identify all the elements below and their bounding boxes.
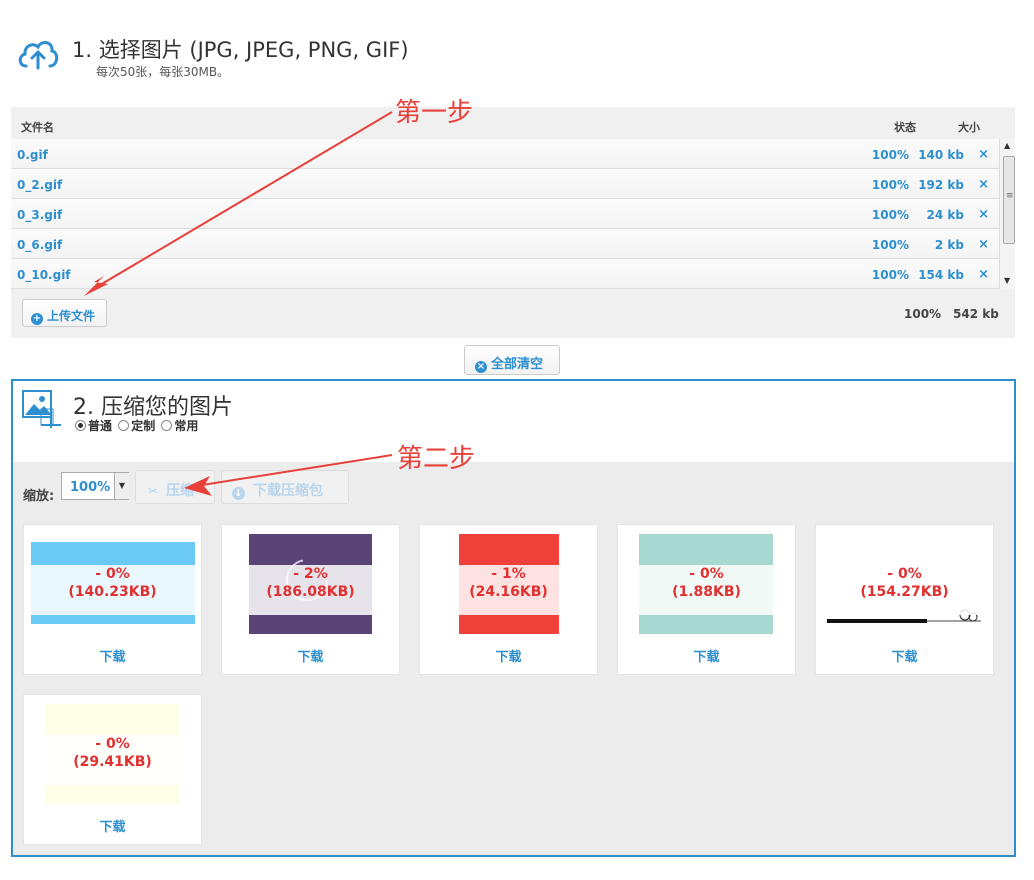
file-row: 0_6.gif 100% 2 kb × <box>11 229 999 259</box>
result-percent: - 0% <box>95 566 130 582</box>
result-card: - 0% (1.88KB) 下载 <box>617 524 796 675</box>
result-download-link[interactable]: 下载 <box>816 646 993 665</box>
step1-annotation: 第一步 <box>395 98 474 128</box>
compression-mode-group: 普通 定制 常用 <box>73 417 198 434</box>
file-row: 0_2.gif 100% 192 kb × <box>11 169 999 199</box>
result-card: - 2% (186.08KB) 下载 <box>221 524 400 675</box>
file-row: 0_10.gif 100% 154 kb × <box>11 259 999 289</box>
delete-file-icon[interactable]: × <box>978 207 989 222</box>
file-size: 192 kb <box>918 178 964 192</box>
result-card: - 1% (24.16KB) 下载 <box>419 524 598 675</box>
file-name: 0_6.gif <box>17 238 63 252</box>
column-header-status: 状态 <box>894 121 916 134</box>
upload-file-button[interactable]: + 上传文件 <box>22 299 107 327</box>
total-size: 542 kb <box>953 307 999 321</box>
file-name: 0_3.gif <box>17 208 63 222</box>
delete-file-icon[interactable]: × <box>978 267 989 282</box>
step2-annotation: 第二步 <box>397 444 476 474</box>
result-size: (1.88KB) <box>672 584 741 600</box>
mode-label-normal: 普通 <box>88 419 113 433</box>
result-card: - 0% (154.27KB) 下载 <box>815 524 994 675</box>
upload-file-label: 上传文件 <box>47 309 96 323</box>
file-row: 0.gif 100% 140 kb × <box>11 139 999 169</box>
compress-label: 压缩 <box>166 483 195 499</box>
result-card: - 0% (29.41KB) 下载 <box>23 694 202 845</box>
total-status: 100% <box>904 307 942 321</box>
column-header-size: 大小 <box>958 121 980 134</box>
file-size: 24 kb <box>926 208 964 222</box>
result-size: (140.23KB) <box>68 584 157 600</box>
result-card: - 0% (140.23KB) 下载 <box>23 524 202 675</box>
column-header-name: 文件名 <box>21 121 54 134</box>
mode-radio-normal[interactable] <box>75 420 86 431</box>
compress-button[interactable]: ✂ 压缩 <box>135 470 215 504</box>
scrollbar-grip-icon: ≡ <box>1006 191 1014 201</box>
plus-circle-icon: + <box>31 313 43 325</box>
result-percent: - 0% <box>689 566 724 582</box>
download-circle-icon: ↓ <box>232 487 245 500</box>
result-download-link[interactable]: 下载 <box>222 646 399 665</box>
section1-title: 1. 选择图片 (JPG, JPEG, PNG, GIF) <box>72 38 409 62</box>
scissors-icon: ✂ <box>148 484 159 498</box>
download-zip-button[interactable]: ↓ 下载压缩包 <box>221 470 349 504</box>
zoom-select[interactable]: 100% ▼ <box>61 472 129 500</box>
result-percent: - 0% <box>887 566 922 582</box>
result-size: (154.27KB) <box>860 584 949 600</box>
delete-file-icon[interactable]: × <box>978 177 989 192</box>
result-size: (29.41KB) <box>73 754 152 770</box>
result-size: (186.08KB) <box>266 584 355 600</box>
result-percent: - 0% <box>95 736 130 752</box>
result-size: (24.16KB) <box>469 584 548 600</box>
file-list[interactable]: 0.gif 100% 140 kb × 0_2.gif 100% 192 kb … <box>11 139 999 289</box>
scroll-down-arrow-icon[interactable]: ▼ <box>1004 276 1010 285</box>
mode-label-custom: 定制 <box>131 419 156 433</box>
result-download-link[interactable]: 下载 <box>24 646 201 665</box>
cloud-upload-icon <box>16 36 60 72</box>
file-list-scrollbar[interactable]: ▲ ≡ ▼ <box>999 139 1015 289</box>
clear-all-button[interactable]: × 全部清空 <box>464 345 560 375</box>
upload-panel: 文件名 状态 大小 0.gif 100% 140 kb × 0_2.gif 10… <box>11 107 1015 338</box>
section1-subtitle: 每次50张，每张30MB。 <box>96 65 230 79</box>
mode-label-common: 常用 <box>174 419 199 433</box>
close-circle-icon: × <box>475 361 487 373</box>
result-download-link[interactable]: 下载 <box>618 646 795 665</box>
result-download-link[interactable]: 下载 <box>24 816 201 835</box>
compress-panel: 2. 压缩您的图片 普通 定制 常用 缩放: 100% ▼ ✂ 压缩 ↓ 下载压缩包… <box>11 379 1016 857</box>
delete-file-icon[interactable]: × <box>978 147 989 162</box>
file-table-header: 文件名 状态 大小 <box>11 107 1015 139</box>
download-zip-label: 下载压缩包 <box>253 483 323 499</box>
file-size: 2 kb <box>934 238 964 252</box>
scrollbar-thumb[interactable]: ≡ <box>1003 156 1015 244</box>
image-resize-icon <box>21 389 63 429</box>
file-name: 0_2.gif <box>17 178 63 192</box>
scroll-up-arrow-icon[interactable]: ▲ <box>1004 141 1010 150</box>
zoom-label: 缩放: <box>23 489 55 504</box>
clear-all-label: 全部清空 <box>491 357 544 372</box>
result-percent: - 2% <box>293 566 328 582</box>
compress-toolbar-area: 缩放: 100% ▼ ✂ 压缩 ↓ 下载压缩包 - 0% (140.23KB) 下载… <box>13 462 1014 855</box>
mode-radio-common[interactable] <box>161 420 173 431</box>
file-name: 0_10.gif <box>17 268 71 282</box>
zoom-value: 100% <box>70 480 111 495</box>
file-name: 0.gif <box>17 148 48 162</box>
result-percent: - 1% <box>491 566 526 582</box>
file-row: 0_3.gif 100% 24 kb × <box>11 199 999 229</box>
delete-file-icon[interactable]: × <box>978 237 989 252</box>
chevron-down-icon[interactable]: ▼ <box>114 473 129 499</box>
file-size: 140 kb <box>918 148 964 162</box>
file-size: 154 kb <box>918 268 964 282</box>
mode-radio-custom[interactable] <box>118 420 130 431</box>
result-download-link[interactable]: 下载 <box>420 646 597 665</box>
